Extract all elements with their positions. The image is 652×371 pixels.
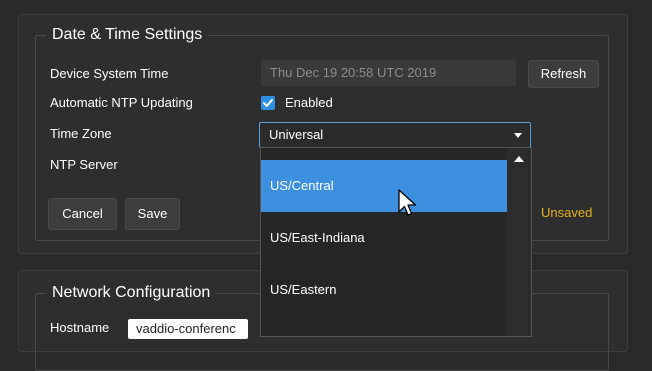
date-time-title: Date & Time Settings	[46, 25, 209, 45]
time-zone-option[interactable]: US/Eastern	[261, 264, 507, 316]
scroll-up-icon[interactable]	[514, 156, 524, 162]
cancel-button[interactable]: Cancel	[48, 198, 117, 230]
save-button[interactable]: Save	[125, 198, 180, 230]
checkmark-icon	[263, 99, 273, 107]
time-zone-option[interactable]: US/East-Indiana	[261, 212, 507, 264]
ntp-enabled-checkbox[interactable]	[261, 96, 275, 110]
mouse-pointer-icon	[398, 189, 417, 216]
ntp-server-label: NTP Server	[50, 157, 118, 172]
dropdown-scrollbar[interactable]	[507, 148, 531, 336]
time-zone-option[interactable]: US/Central	[261, 160, 507, 212]
time-zone-select[interactable]: Universal	[259, 122, 531, 148]
unsaved-status: Unsaved	[541, 205, 593, 220]
hostname-label: Hostname	[50, 320, 110, 335]
network-title: Network Configuration	[46, 283, 217, 303]
time-zone-value: Universal	[269, 127, 324, 142]
time-zone-dropdown-list: US/Central US/East-Indiana US/Eastern	[260, 147, 532, 337]
refresh-button[interactable]: Refresh	[528, 60, 599, 88]
ntp-enabled-label[interactable]: Enabled	[285, 95, 333, 111]
device-time-field: Thu Dec 19 20:58 UTC 2019	[261, 60, 516, 86]
hostname-input[interactable]: vaddio-conferenc	[128, 319, 248, 339]
device-time-label: Device System Time	[50, 66, 169, 81]
ntp-updating-label: Automatic NTP Updating	[50, 95, 193, 110]
chevron-down-icon	[514, 133, 522, 138]
time-zone-label: Time Zone	[50, 126, 112, 141]
